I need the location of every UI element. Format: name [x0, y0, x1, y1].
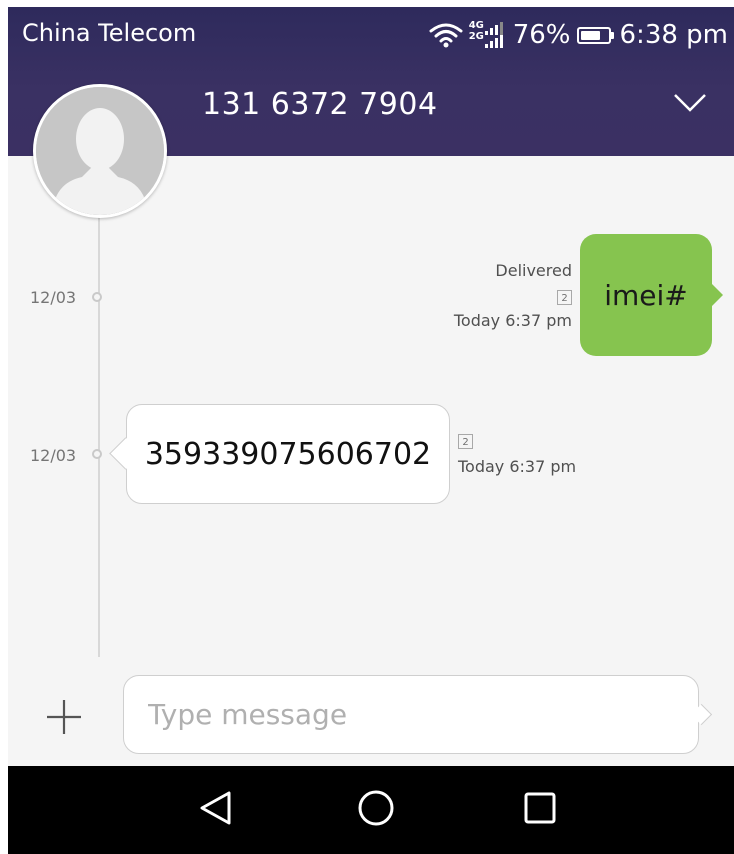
wifi-icon [429, 22, 463, 48]
message-meta-incoming: 2 Today 6:37 pm [458, 430, 576, 476]
sim-badge: 2 [458, 434, 473, 449]
battery-icon [576, 26, 614, 44]
message-timestamp: Today 6:37 pm [453, 311, 572, 330]
plus-icon [44, 700, 84, 741]
add-attachment-button[interactable] [44, 697, 84, 737]
message-timestamp: Today 6:37 pm [458, 457, 577, 476]
network-type-top: 4G [468, 20, 484, 31]
messaging-screen: China Telecom 4G 2G 76% 6:38 pm 131 6372… [0, 0, 734, 854]
message-text: 359339075606702 [144, 436, 432, 472]
battery-fill [580, 30, 601, 40]
message-text: imei# [604, 278, 688, 312]
signal-icon: 4G 2G [469, 20, 507, 50]
home-circle-icon [356, 788, 396, 832]
chevron-down-icon [673, 93, 707, 117]
incoming-message-bubble[interactable]: 359339075606702 [126, 404, 450, 504]
home-button[interactable] [352, 786, 400, 834]
timeline-dot [92, 292, 102, 302]
status-indicators: 4G 2G 76% 6:38 pm [423, 17, 728, 53]
timeline-dot [92, 449, 102, 459]
recents-button[interactable] [516, 786, 564, 834]
system-navigation-bar [8, 766, 734, 854]
message-date: 12/03 [30, 288, 77, 307]
contact-avatar[interactable] [33, 84, 167, 218]
timeline-line [98, 205, 100, 657]
message-input[interactable] [123, 675, 699, 754]
recents-square-icon [520, 788, 560, 832]
expand-button[interactable] [670, 91, 710, 119]
back-button[interactable] [192, 786, 240, 834]
battery-percentage: 76% [512, 20, 571, 50]
sim-badge: 2 [557, 290, 572, 305]
network-type-bottom: 2G [468, 31, 484, 42]
status-time: 6:38 pm [619, 20, 728, 50]
back-triangle-icon [196, 788, 236, 832]
carrier-name: China Telecom [22, 19, 197, 47]
message-meta-outgoing: Delivered 2 Today 6:37 pm [440, 261, 572, 330]
outgoing-message-bubble[interactable]: imei# [580, 234, 723, 356]
message-date: 12/03 [30, 446, 77, 465]
contact-name[interactable]: 131 6372 7904 [202, 87, 438, 122]
delivery-status: Delivered [495, 261, 572, 280]
